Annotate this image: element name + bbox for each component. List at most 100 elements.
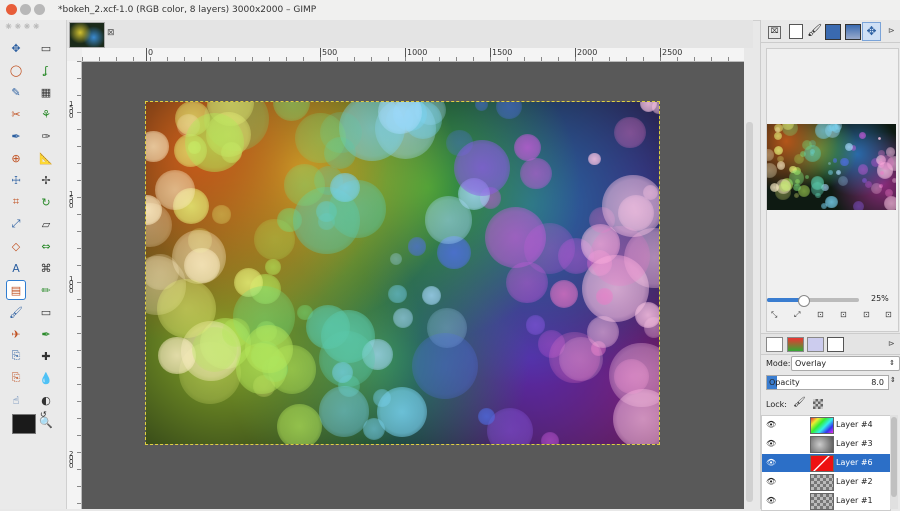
layer-visibility-eye-icon[interactable]: 👁	[766, 458, 776, 468]
layer-row[interactable]: 👁 Layer #3	[762, 435, 890, 453]
white-swatch-tab-icon[interactable]	[789, 24, 803, 39]
layer-row[interactable]: 👁 Layer #6	[762, 454, 890, 472]
bokeh-circle	[212, 205, 231, 224]
align-icon[interactable]: ✢	[36, 170, 56, 190]
color-swatches[interactable]: ↺	[8, 410, 56, 454]
bokeh-circle	[859, 131, 867, 139]
zoom-fill-nav-icon[interactable]: ⊡	[840, 310, 847, 319]
swap-colors-icon[interactable]: ↺	[40, 410, 47, 419]
ruler-minor-tick	[694, 57, 695, 61]
ruler-minor-tick	[609, 57, 610, 61]
paths-icon[interactable]: ✒	[6, 126, 26, 146]
move-tool-icon[interactable]: ☩	[6, 170, 26, 190]
zoom-100-nav-icon[interactable]: ⊡	[863, 310, 870, 319]
crop-icon[interactable]: ⌗	[6, 192, 26, 212]
layer-visibility-eye-icon[interactable]: 👁	[766, 496, 776, 506]
minimize-window-button[interactable]	[20, 4, 31, 15]
opacity-field[interactable]: Opacity 8.0	[766, 375, 889, 390]
blur-icon[interactable]: 💧	[36, 368, 56, 388]
opacity-spinner-icon[interactable]: ⇕	[890, 376, 896, 384]
layers-tab-icon[interactable]	[766, 337, 783, 352]
scale-icon[interactable]: ⤢	[6, 214, 26, 234]
gradient-tab-icon[interactable]	[845, 24, 861, 40]
lock-label: Lock:	[766, 400, 787, 409]
free-select-icon[interactable]: ʆ	[36, 60, 56, 80]
layer-row[interactable]: 👁 Layer #2	[762, 473, 890, 491]
ruler-minor-tick	[303, 57, 304, 61]
dodge-burn-icon[interactable]: ◐	[36, 390, 56, 410]
zoom-slider[interactable]	[767, 295, 859, 307]
zoom-fit-nav-icon[interactable]: ⊡	[817, 310, 824, 319]
shrink-wrap-nav-icon[interactable]: ⊡	[885, 310, 892, 319]
image-tab-thumbnail[interactable]	[69, 22, 105, 48]
move-icon[interactable]: ✥	[6, 38, 26, 58]
color-select-icon[interactable]: ▦	[36, 82, 56, 102]
horizontal-ruler: 050010001500200025003000	[82, 48, 744, 62]
smudge-icon[interactable]: ☝	[6, 390, 26, 410]
layer-visibility-eye-icon[interactable]: 👁	[766, 439, 776, 449]
layer-row[interactable]: 👁 Layer #1	[762, 492, 890, 510]
bokeh-circle	[777, 155, 784, 162]
navigation-thumbnail[interactable]	[767, 124, 896, 210]
foreground-color-swatch[interactable]	[12, 414, 36, 434]
shear-icon[interactable]: ▱	[36, 214, 56, 234]
text-icon[interactable]: A	[6, 258, 26, 278]
close-tab-icon[interactable]: ⊠	[107, 28, 115, 38]
ruler-minor-tick	[77, 333, 81, 334]
layers-list: 👁 Layer #4 👁 Layer #3 👁 Layer #6 👁 Layer #2 👁 Lay…	[761, 415, 891, 511]
zoom-in-nav-icon[interactable]: ⤢	[794, 310, 800, 320]
lock-alpha-icon[interactable]	[813, 399, 823, 409]
layers-scrollbar[interactable]	[890, 415, 898, 509]
toolbox: ✥▭◯ʆ✎▦✂⚘✒✑⊕📐☩✢⌗↻⤢▱◇⇔A⌘▤✏🖌▭✈✒⎘✚⎘💧☝◐⛾🔍⁕⁕⁕⁕…	[0, 20, 67, 509]
close-window-button[interactable]	[6, 4, 17, 15]
layer-visibility-eye-icon[interactable]: 👁	[766, 420, 776, 430]
paintbrush-icon[interactable]: 🖌	[6, 302, 26, 322]
fuzzy-select-icon[interactable]: ✎	[6, 82, 26, 102]
zoom-icon[interactable]: ⊕	[6, 148, 26, 168]
measure-icon[interactable]: 📐	[36, 148, 56, 168]
move-tab-icon[interactable]: ✥	[862, 22, 881, 41]
color-picker-icon[interactable]: ✑	[36, 126, 56, 146]
scissors-icon[interactable]: ✂	[6, 104, 26, 124]
pencil-icon[interactable]: ✏	[36, 280, 56, 300]
zoom-slider-handle[interactable]	[798, 295, 810, 307]
rect-select-icon[interactable]: ▭	[36, 38, 56, 58]
mode-select[interactable]: Overlay ⇕	[791, 356, 900, 371]
ruler-minor-tick	[77, 163, 81, 164]
bokeh-circle	[831, 124, 842, 134]
dock-tab-row: ⌧ 🖌 ✥ ⊳	[761, 20, 900, 43]
pattern-tab-icon[interactable]	[825, 24, 841, 40]
bokeh-circle	[389, 252, 403, 265]
brush-tab-icon[interactable]: 🖌	[807, 23, 822, 37]
zoom-out-nav-icon[interactable]: ⤡	[771, 310, 777, 320]
dock-menu-icon[interactable]: ⊳	[888, 26, 895, 35]
layers-menu-icon[interactable]: ⊳	[888, 339, 895, 348]
ink-icon[interactable]: ✒	[36, 324, 56, 344]
foreground-select-icon[interactable]: ⚘	[36, 104, 56, 124]
blend-icon[interactable]: ▤	[6, 280, 26, 300]
lock-pixels-icon[interactable]: 🖌	[793, 397, 806, 408]
heal-icon[interactable]: ✚	[36, 346, 56, 366]
bokeh-circle	[613, 116, 646, 149]
perspective-icon[interactable]: ◇	[6, 236, 26, 256]
airbrush-icon[interactable]: ✈	[6, 324, 26, 344]
tool-options-tab-icon[interactable]: ⌧	[768, 26, 781, 39]
flip-icon[interactable]: ⇔	[36, 236, 56, 256]
vertical-scrollbar[interactable]	[745, 62, 754, 509]
ruler-tick-label: 2500	[662, 48, 683, 57]
ruler-minor-tick	[456, 57, 457, 61]
ellipse-select-icon[interactable]: ◯	[6, 60, 26, 80]
channels-tab-icon[interactable]	[787, 337, 804, 352]
bokeh-circle	[330, 172, 360, 203]
rotate-icon[interactable]: ↻	[36, 192, 56, 212]
bokeh-image-canvas[interactable]	[145, 101, 660, 445]
maximize-window-button[interactable]	[34, 4, 45, 15]
perspective-clone-icon[interactable]: ⎘	[6, 368, 26, 388]
clone-icon[interactable]: ⎘	[6, 346, 26, 366]
paths-tab-icon[interactable]	[807, 337, 824, 352]
eraser-icon[interactable]: ▭	[36, 302, 56, 322]
cage-icon[interactable]: ⌘	[36, 258, 56, 278]
undo-tab-icon[interactable]	[827, 337, 844, 352]
layer-row[interactable]: 👁 Layer #4	[762, 416, 890, 434]
layer-visibility-eye-icon[interactable]: 👁	[766, 477, 776, 487]
